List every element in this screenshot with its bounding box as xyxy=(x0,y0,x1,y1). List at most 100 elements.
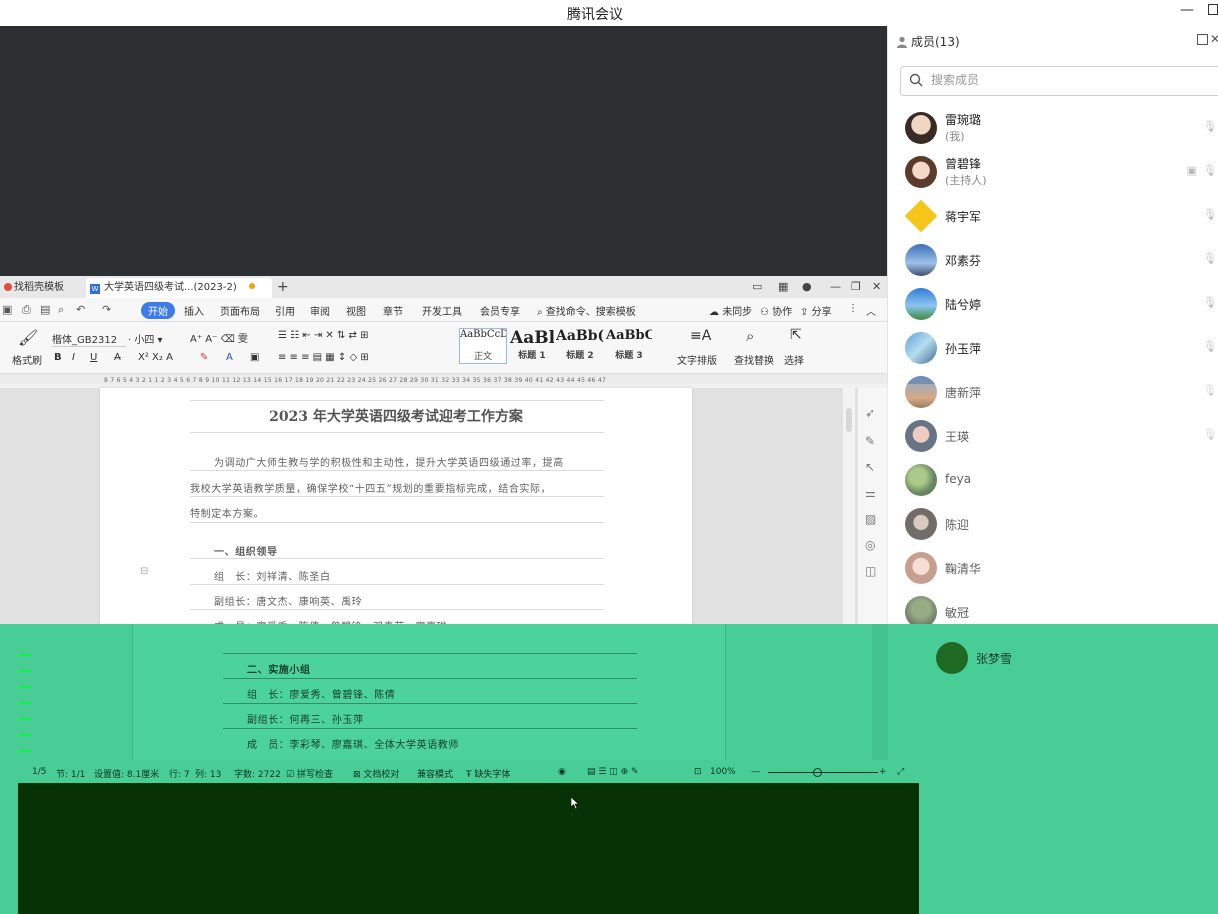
tab-templates[interactable]: 找稻壳模板 xyxy=(0,278,82,298)
zoom-slider-thumb[interactable] xyxy=(813,768,822,777)
proofread-button[interactable]: ⊠ 文档校对 xyxy=(353,767,399,780)
fullscreen-icon[interactable]: ⤢ xyxy=(897,767,904,777)
avatar-icon[interactable]: ● xyxy=(802,280,812,293)
member-item[interactable]: 孙玉萍 🎙 xyxy=(888,326,1218,370)
wps-minimize-icon[interactable]: — xyxy=(830,280,841,293)
member-item[interactable]: 雷琬璐 (我) 🎙 xyxy=(888,106,1218,150)
zoom-in-icon[interactable]: + xyxy=(879,767,887,777)
menu-member[interactable]: 会员专享 xyxy=(480,303,520,318)
paragraph-handle-icon[interactable]: ⊟ xyxy=(140,566,148,577)
style-normal[interactable]: AaBbCcDd 正文 xyxy=(459,328,507,364)
font-color-icon[interactable]: A xyxy=(226,352,233,363)
grid-icon[interactable]: ▦ xyxy=(778,280,788,293)
zoom-slider[interactable] xyxy=(768,772,878,773)
search-input[interactable] xyxy=(931,73,1211,87)
fit-icon[interactable]: ⊡ xyxy=(694,767,702,777)
member-item[interactable]: 蒋宇军 🎙 xyxy=(888,194,1218,238)
location-icon[interactable]: ◎ xyxy=(865,538,875,552)
eye-icon[interactable]: ◉ xyxy=(558,767,566,777)
menu-view[interactable]: 视图 xyxy=(346,303,366,318)
command-search[interactable]: ⌕ 查找命令、搜索模板 xyxy=(537,303,636,318)
export-icon[interactable]: ▤ xyxy=(40,303,50,316)
menu-home[interactable]: 开始 xyxy=(141,302,175,319)
screen-share-icon[interactable]: ▣ xyxy=(1187,164,1197,177)
format-painter-label[interactable]: 格式刷 xyxy=(12,352,42,367)
style-heading1[interactable]: AaBl 标题 1 xyxy=(510,328,554,364)
font-name-select[interactable]: 楷体_GB2312 xyxy=(52,331,126,347)
font-size-select[interactable]: · 小四 ▾ xyxy=(128,331,163,346)
bullets-icon[interactable]: ☰ ☷ ⇤ ⇥ ✕ ⇅ ⇄ ⊞ xyxy=(278,330,368,341)
mic-muted-icon[interactable]: 🎙 xyxy=(1203,120,1217,133)
undo-icon[interactable]: ↶ xyxy=(76,303,85,316)
preview-icon[interactable]: ⌕ xyxy=(58,303,64,317)
menu-developer[interactable]: 开发工具 xyxy=(422,303,462,318)
menu-references[interactable]: 引用 xyxy=(275,303,295,318)
sliders-icon[interactable]: ⚌ xyxy=(865,486,876,500)
wps-close-icon[interactable]: ✕ xyxy=(872,280,881,293)
member-item[interactable]: 张梦雪 xyxy=(936,642,1136,674)
tab-document[interactable]: W 大学英语四级考试...(2023-2) xyxy=(86,278,272,298)
spell-check-button[interactable]: ☑ 拼写检查 xyxy=(286,767,333,780)
highlight-icon[interactable]: ✎ xyxy=(200,352,208,363)
grow-font-icon[interactable]: A⁺ A⁻ ⌫ 雯 xyxy=(190,330,248,345)
bold-icon[interactable]: B xyxy=(54,352,62,363)
layout-icon[interactable]: ▭ xyxy=(752,280,762,293)
pen-icon[interactable]: ✎ xyxy=(865,434,875,448)
member-item[interactable]: 陆兮婷 🎙 xyxy=(888,282,1218,326)
menu-layout[interactable]: 页面布局 xyxy=(220,303,260,318)
wps-restore-icon[interactable]: ❐ xyxy=(851,280,861,293)
text-layout-label[interactable]: 文字排版 xyxy=(677,352,717,367)
find-replace-icon[interactable]: ⌕ xyxy=(746,327,754,345)
style-heading2[interactable]: AaBb(标题 2 xyxy=(556,328,604,364)
member-item[interactable]: 唐新萍 🎙 xyxy=(888,370,1218,414)
redo-icon[interactable]: ↷ xyxy=(102,303,111,316)
mic-icon[interactable]: 🎙 xyxy=(1203,164,1217,177)
sync-button[interactable]: ☁ 未同步 xyxy=(709,303,752,318)
member-item[interactable]: 鞠清华 xyxy=(888,546,1218,590)
member-item[interactable]: 曾碧锋 (主持人) ▣ 🎙 xyxy=(888,150,1218,194)
mic-muted-icon[interactable]: 🎙 xyxy=(1203,296,1217,309)
member-item[interactable]: 邓素芬 🎙 xyxy=(888,238,1218,282)
popout-icon[interactable] xyxy=(1197,34,1208,45)
format-painter-icon[interactable]: 🖌 xyxy=(18,328,38,347)
print-icon[interactable]: ⎙ xyxy=(22,303,31,317)
book-icon[interactable]: ◫ xyxy=(865,564,876,578)
zoom-out-icon[interactable]: — xyxy=(751,767,760,777)
menu-insert[interactable]: 插入 xyxy=(184,303,204,318)
italic-icon[interactable]: I xyxy=(72,352,75,363)
mic-icon[interactable]: 🎙 xyxy=(1203,208,1217,221)
missing-font-button[interactable]: Ŧ 缺失字体 xyxy=(466,767,510,780)
share-button[interactable]: ⇪ 分享 xyxy=(800,303,832,318)
save-icon[interactable]: ▣ xyxy=(2,303,12,316)
collapse-ribbon-icon[interactable]: ︿ xyxy=(866,303,876,318)
find-replace-label[interactable]: 查找替换 xyxy=(734,352,774,367)
char-border-icon[interactable]: ▣ xyxy=(250,352,259,363)
member-item[interactable]: 王瑛 🎙 xyxy=(888,414,1218,458)
minimize-button[interactable]: — xyxy=(1180,2,1194,18)
pointer-icon[interactable]: ↖ xyxy=(865,460,875,474)
mic-icon[interactable]: 🎙 xyxy=(1203,384,1217,397)
maximize-button[interactable] xyxy=(1208,4,1218,15)
member-item[interactable]: feya xyxy=(888,458,1218,502)
member-search[interactable] xyxy=(900,66,1218,96)
select-cursor-icon[interactable]: ⇱ xyxy=(790,327,802,343)
select-label[interactable]: 选择 xyxy=(784,352,804,367)
zoom-value[interactable]: 100% xyxy=(710,767,736,777)
status-page[interactable]: 1/5 xyxy=(32,767,46,777)
align-icons[interactable]: ≡ ≡ ≡ ▤ ▦ ↕ ◇ ⊞ xyxy=(278,352,369,363)
vertical-scrollbar[interactable] xyxy=(843,388,855,640)
image-icon[interactable]: ▨ xyxy=(865,512,876,526)
menu-chapter[interactable]: 章节 xyxy=(383,303,403,318)
rocket-icon[interactable]: ➶ xyxy=(865,406,875,420)
close-panel-icon[interactable]: ✕ xyxy=(1210,32,1218,46)
strikethrough-icon[interactable]: A̶ xyxy=(114,352,121,363)
mic-muted-icon[interactable]: 🎙 xyxy=(1203,252,1217,265)
text-layout-icon[interactable]: ≡A xyxy=(690,328,711,344)
page-view-icon[interactable]: ▤ ☰ ◫ ⊕ ✎ xyxy=(587,767,639,777)
scroll-thumb[interactable] xyxy=(846,408,852,432)
menu-review[interactable]: 审阅 xyxy=(310,303,330,318)
collab-button[interactable]: ⚇ 协作 xyxy=(760,303,792,318)
style-heading3[interactable]: AaBbC 标题 3 xyxy=(606,328,652,364)
underline-icon[interactable]: U xyxy=(90,352,97,363)
new-tab-button[interactable]: + xyxy=(277,279,289,295)
